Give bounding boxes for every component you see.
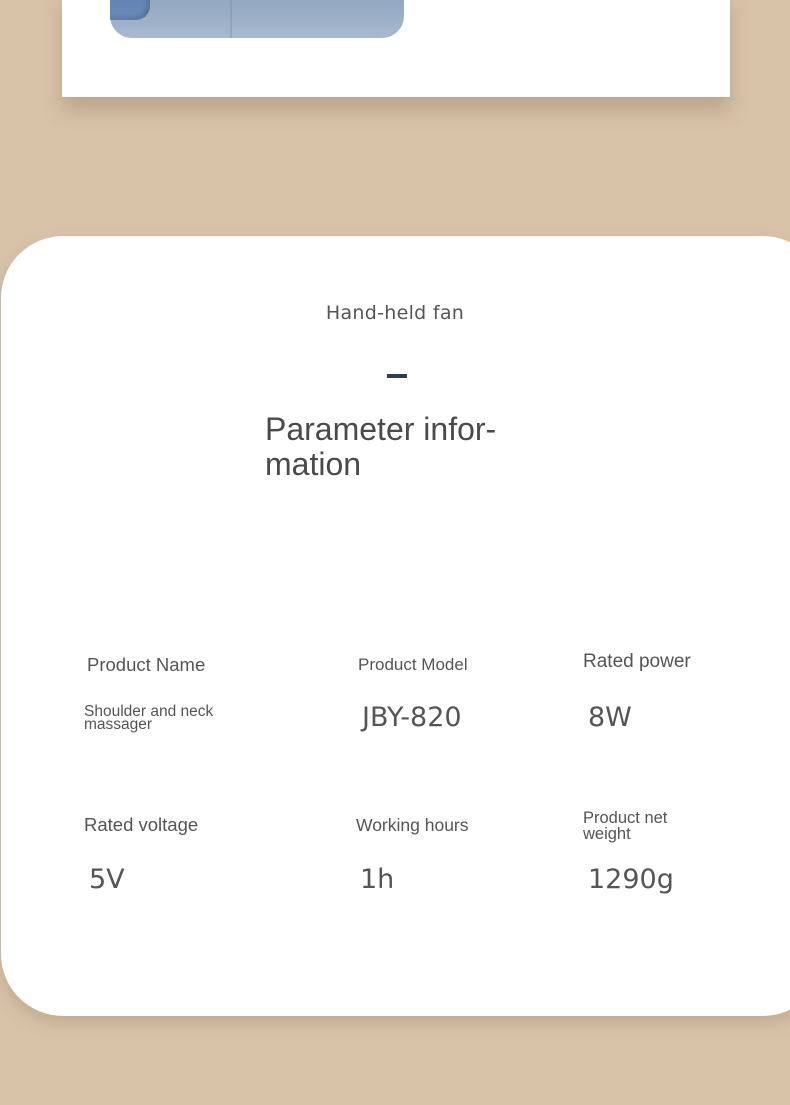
param-label-working-hours: Working hours (356, 815, 469, 835)
param-label-product-net-weight: Product net weight (583, 809, 668, 843)
param-label-product-name: Product Name (87, 654, 206, 675)
parameter-panel (1, 236, 790, 1016)
product-strap (110, 0, 150, 20)
title-divider (387, 374, 407, 378)
param-label-rated-power: Rated power (583, 651, 691, 672)
top-product-card (62, 0, 730, 97)
param-value-product-net-weight: 1290g (588, 864, 674, 895)
section-title-line-2: mation (265, 446, 362, 482)
param-value-rated-power: 8W (588, 702, 632, 733)
param-value-rated-voltage: 5V (89, 864, 125, 895)
product-image (110, 0, 404, 38)
section-subtitle: Hand-held fan (325, 302, 465, 324)
param-value-product-name: Shoulder and neck massager (84, 703, 214, 733)
param-value-product-model: JBY-820 (362, 702, 462, 733)
param-label-rated-voltage: Rated voltage (84, 814, 199, 835)
param-label-product-model: Product Model (358, 655, 468, 674)
section-title-line-1: Parameter infor- (265, 411, 497, 447)
product-seam (230, 0, 232, 38)
section-title: Parameter infor- mation (265, 412, 525, 482)
param-value-working-hours: 1h (360, 864, 395, 895)
